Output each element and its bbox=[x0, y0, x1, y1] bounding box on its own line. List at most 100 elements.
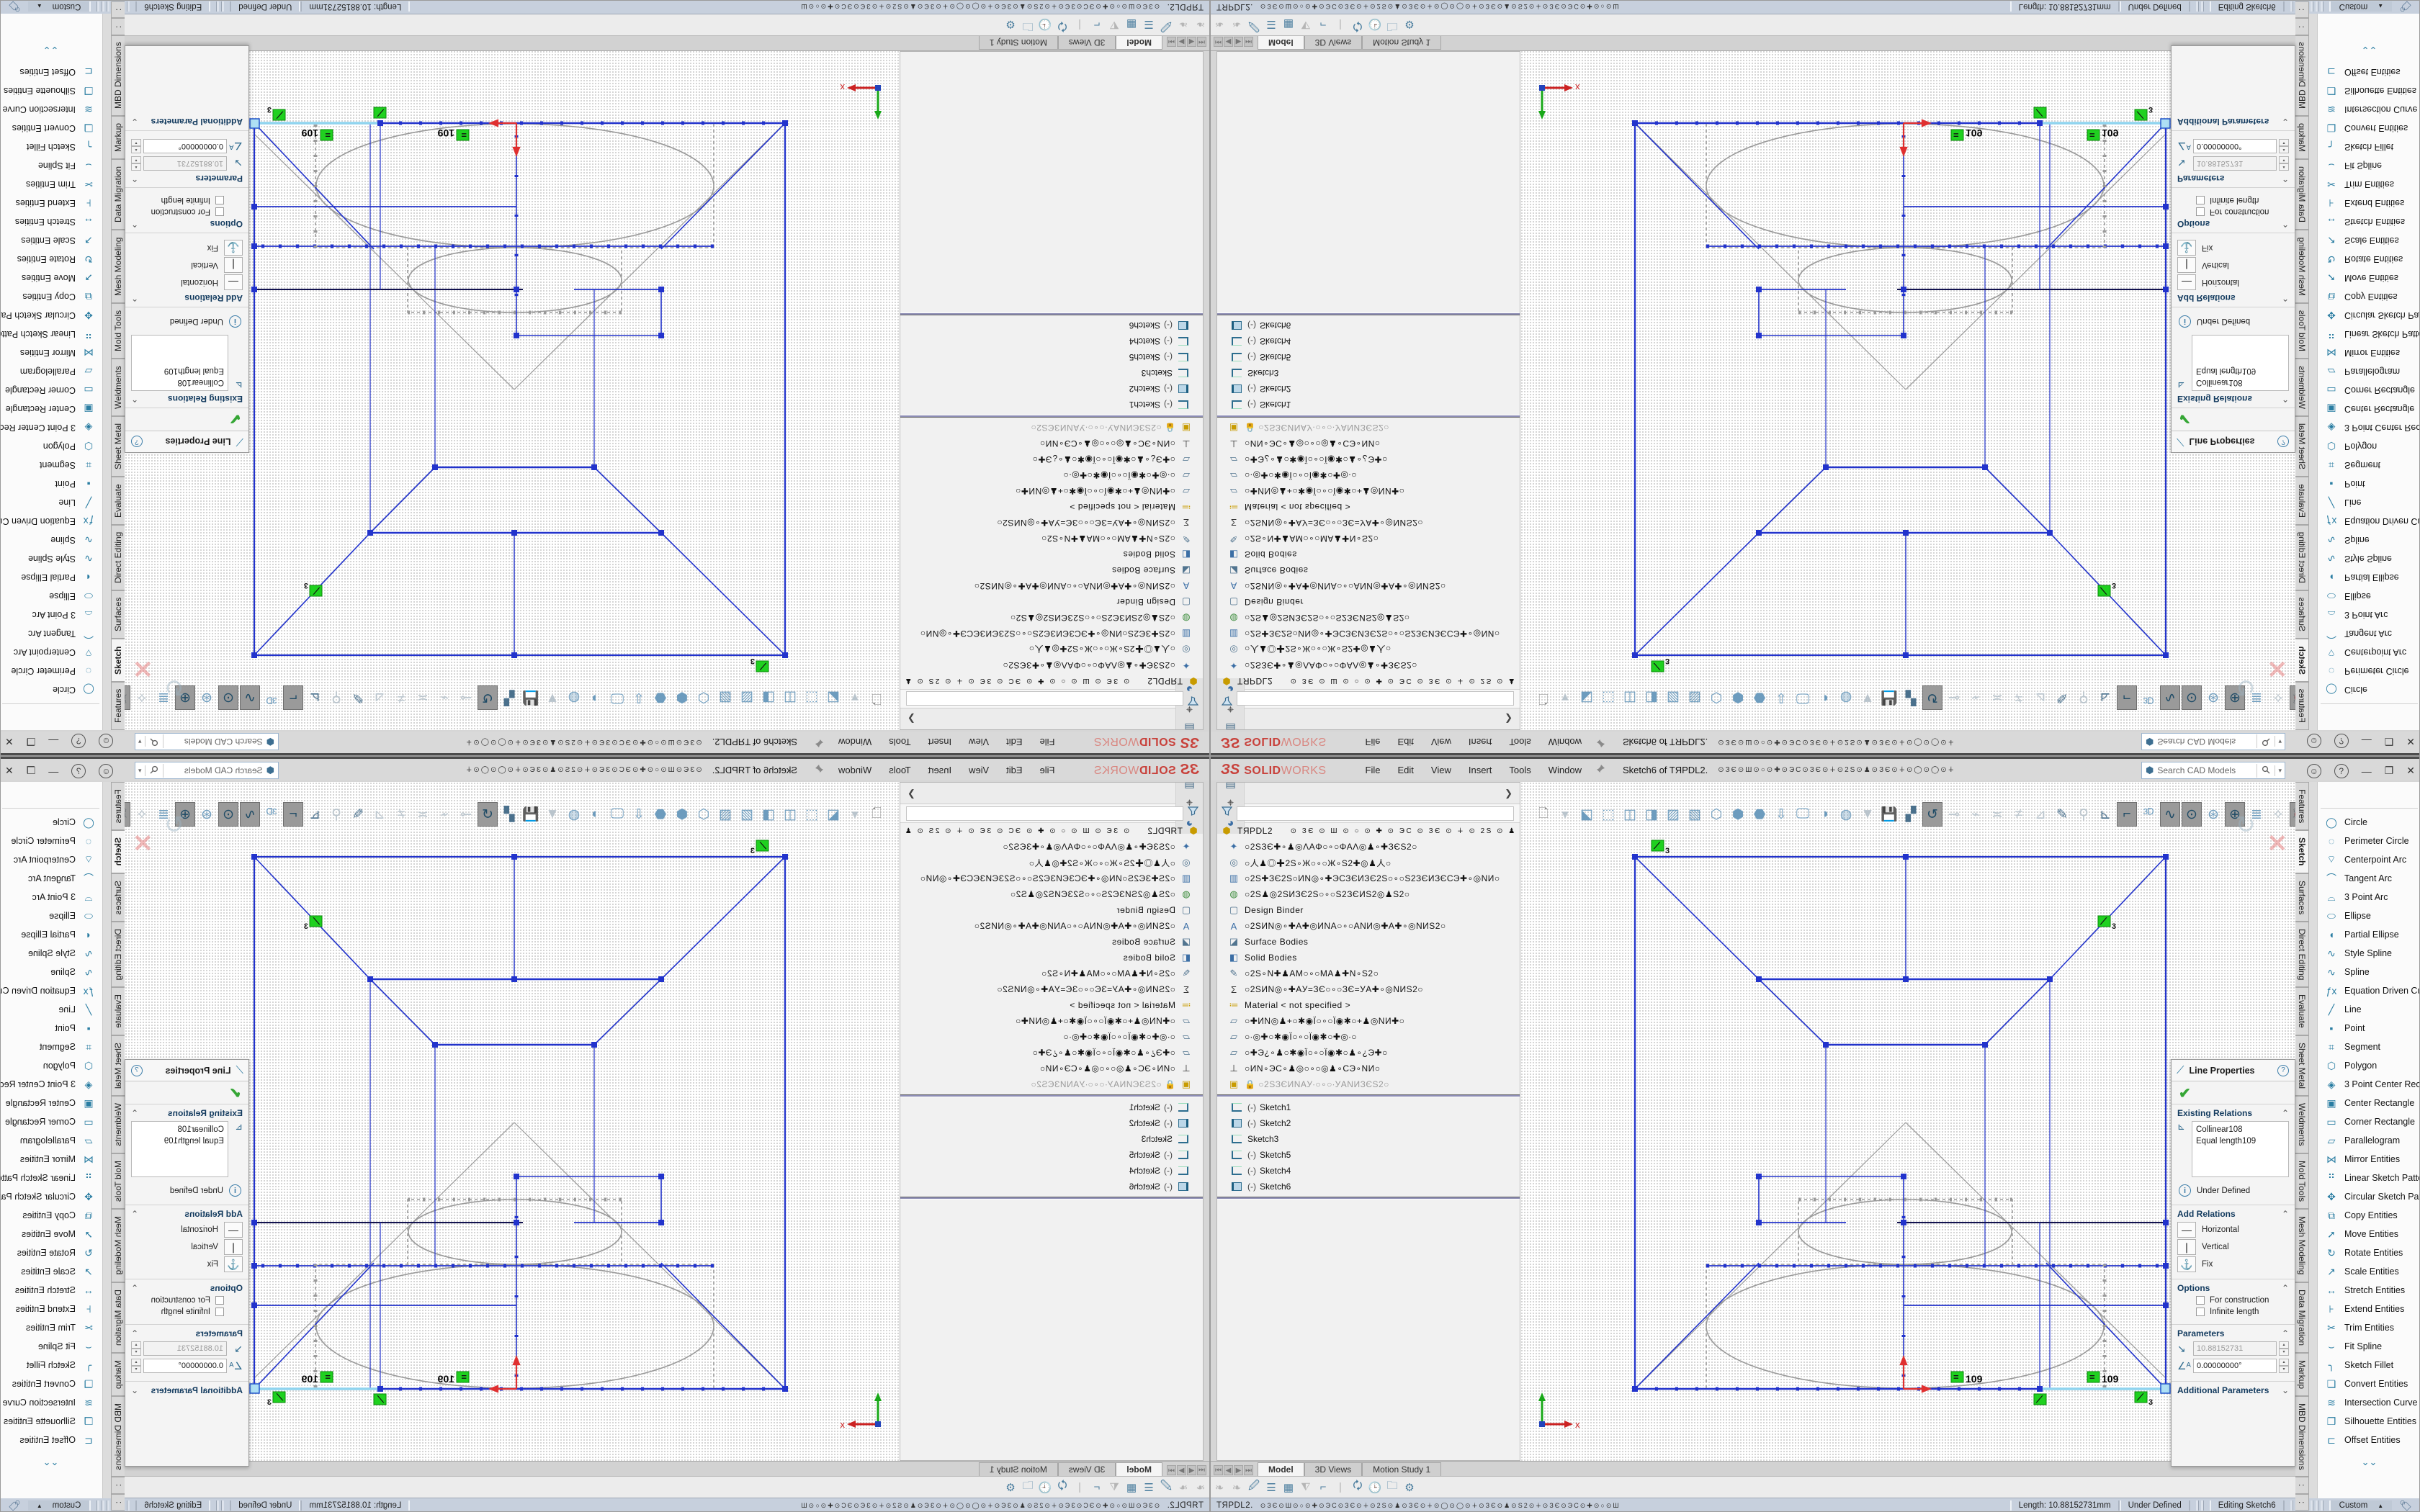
tree-item-sketch[interactable]: (-)Sketch6 bbox=[1217, 1179, 1520, 1194]
tree-item-sketch[interactable]: (-)Sketch4 bbox=[1217, 333, 1520, 349]
tree-item[interactable]: ✦○2SЗЄ✚∘♟◎ΛAΦ○∘○ΦAΛ◎♟∘✚ЗЄS2○ bbox=[1217, 839, 1520, 855]
tree-item[interactable]: ✎○2S∘Ν✚♟AM○∘○MA♟✚Ν∘S2○ bbox=[900, 531, 1203, 546]
menu-view[interactable]: View bbox=[960, 734, 998, 751]
tool-move-entities[interactable]: ➚Move Entities bbox=[0, 1225, 102, 1243]
tree-item[interactable]: ▱○∙◎✚○✱◉Ї○∘○Ї◉✱○✚◎∙○ bbox=[1217, 1029, 1520, 1045]
tool-corner-rectangle[interactable]: ▭Corner Rectangle bbox=[2318, 1112, 2420, 1131]
spin-up-icon[interactable]: ▴ bbox=[2279, 1359, 2289, 1366]
ribbon-tab-sheetmetal[interactable]: Sheet Metal bbox=[2295, 416, 2309, 477]
tree-item[interactable]: ◧Solid Bodies bbox=[1217, 546, 1520, 562]
units-dropdown[interactable]: Custom ▲ bbox=[28, 1, 91, 12]
spin-up-icon[interactable]: ▴ bbox=[131, 146, 141, 153]
tool-offset-entities[interactable]: ⊏Offset Entities bbox=[0, 1431, 102, 1449]
collapse-chevron-icon[interactable]: ⌃ bbox=[2282, 1283, 2289, 1293]
tool-point[interactable]: ▪Point bbox=[0, 1019, 102, 1038]
tool-silhouette-entities[interactable]: ❐Silhouette Entities bbox=[0, 81, 102, 100]
tree-item[interactable]: ▱○∙◎✚○✱◉Ї○∘○Ї◉✱○✚◎∙○ bbox=[900, 467, 1203, 483]
tool-move-entities[interactable]: ➚Move Entities bbox=[0, 269, 102, 287]
ribbon-tab-datamigration[interactable]: Data Migration bbox=[2295, 1282, 2309, 1353]
spin-down-icon[interactable]: ▾ bbox=[2279, 1366, 2289, 1373]
menu-file[interactable]: File bbox=[1357, 734, 1389, 751]
tool-tangent-arc[interactable]: ⌒Tangent Arc bbox=[0, 624, 102, 643]
ribbon-tab-surfaces[interactable]: Surfaces bbox=[2295, 873, 2309, 922]
tool-scale-entities[interactable]: ↗Scale Entities bbox=[2318, 1262, 2420, 1281]
tool-offset-entities[interactable]: ⊏Offset Entities bbox=[2318, 63, 2420, 81]
menu-tools[interactable]: Tools bbox=[880, 734, 919, 751]
tool-parallelogram[interactable]: ▱Parallelogram bbox=[2318, 362, 2420, 381]
ribbon-tab-surfaces[interactable]: Surfaces bbox=[2295, 590, 2309, 639]
tool-3-point-arc[interactable]: ⌓3 Point Arc bbox=[2318, 888, 2420, 906]
tree-item[interactable]: ▱○✚Э¿∘♟○✱◉Ї○∘○Ї◉✱○♟∘¿Э✚○ bbox=[900, 1045, 1203, 1061]
ribbon-tab-features[interactable]: Features bbox=[2295, 682, 2309, 730]
tool-corner-rectangle[interactable]: ▭Corner Rectangle bbox=[0, 381, 102, 400]
help-icon[interactable]: ? bbox=[2334, 764, 2349, 778]
tool-polygon[interactable]: ⬡Polygon bbox=[2318, 437, 2420, 456]
tool-line[interactable]: ╱Line bbox=[2318, 1000, 2420, 1019]
tab-nav-icon[interactable]: ⏮ bbox=[1197, 1465, 1206, 1475]
ribbon-tab-sketch[interactable]: Sketch bbox=[2295, 830, 2309, 873]
doc-tab-3d-views[interactable]: 3D Views bbox=[1304, 1462, 1362, 1476]
tool-style-spline[interactable]: ∿Style Spline bbox=[0, 944, 102, 963]
tool-3-point-arc[interactable]: ⌓3 Point Arc bbox=[0, 888, 102, 906]
tree-item-sketch[interactable]: (-)Sketch4 bbox=[1217, 1163, 1520, 1179]
motion-toolbar-icon[interactable]: ❧ bbox=[1211, 19, 1228, 32]
doc-tab-model[interactable]: Model bbox=[1116, 1462, 1162, 1476]
tool-perimeter-circle[interactable]: ◌Perimeter Circle bbox=[2318, 662, 2420, 680]
tree-filter-input[interactable] bbox=[906, 692, 1183, 706]
motion-toolbar-icon[interactable]: ▦ bbox=[1123, 1481, 1140, 1494]
tree-item[interactable]: ◍○2S♟◎2SИЗЄ2S○∘○S2ЗЄИS2◎♟S2○ bbox=[900, 610, 1203, 626]
tree-item[interactable]: ◍○2S♟◎2SИЗЄ2S○∘○S2ЗЄИS2◎♟S2○ bbox=[1217, 610, 1520, 626]
tab-nav-icon[interactable]: ◀ bbox=[1224, 37, 1233, 47]
tree-item[interactable]: ≔Material < not specified > bbox=[900, 499, 1203, 515]
relations-listbox[interactable]: Collinear108Equal length109 bbox=[2192, 335, 2289, 391]
motion-toolbar-icon[interactable]: ⌐ bbox=[1314, 1481, 1332, 1493]
ribbon-tab-mbddimensions[interactable]: MBD Dimensions bbox=[2295, 35, 2309, 117]
ribbon-tab-sheetmetal[interactable]: Sheet Metal bbox=[111, 416, 125, 477]
tool-equation-driven-curve[interactable]: ƒxEquation Driven Curve bbox=[0, 512, 102, 531]
search-dropdown-icon[interactable]: ▾ bbox=[2275, 765, 2285, 776]
tool-point[interactable]: ▪Point bbox=[0, 474, 102, 493]
tree-item[interactable]: ✎○2S∘Ν✚♟AM○∘○MA♟✚Ν∘S2○ bbox=[900, 966, 1203, 981]
relation-entry[interactable]: Equal length109 bbox=[135, 1135, 224, 1147]
menu-edit[interactable]: Edit bbox=[1389, 762, 1422, 778]
ok-button[interactable]: ✔ bbox=[2179, 1084, 2295, 1102]
tool-silhouette-entities[interactable]: ❐Silhouette Entities bbox=[0, 1412, 102, 1431]
doc-tab-3d-views[interactable]: 3D Views bbox=[1304, 36, 1362, 50]
collapse-chevron-icon[interactable]: ⌃ bbox=[2282, 1108, 2289, 1118]
tree-item[interactable]: ▥○2S✚ЗЄ2S○ИΝ◎∘✚ЭСЗЄИЗЄ2S○∘○S2ЗЄИЗЄСЭ✚∘◎Ν… bbox=[1217, 626, 1520, 642]
menu-insert[interactable]: Insert bbox=[920, 734, 961, 751]
checkbox[interactable] bbox=[215, 1296, 224, 1305]
tree-filter-input[interactable] bbox=[1237, 692, 1514, 706]
tree-item[interactable]: ▱○✚ИΝ◎♟+○✱◉Ї○∘○Ї◉✱○+♟◎ΝИ✚○ bbox=[900, 1013, 1203, 1029]
tree-item[interactable]: ▱○✚Э¿∘♟○✱◉Ї○∘○Ї◉✱○♟∘¿Э✚○ bbox=[1217, 1045, 1520, 1061]
collapse-chevron-icon[interactable]: ⌃ bbox=[131, 219, 138, 229]
user-account-icon[interactable]: ☺ bbox=[2307, 734, 2321, 749]
propertymanager-tab[interactable]: ▤ bbox=[1217, 782, 1245, 793]
tool-perimeter-circle[interactable]: ◌Perimeter Circle bbox=[0, 832, 102, 850]
user-account-icon[interactable]: ☺ bbox=[99, 764, 113, 778]
collapse-chevron-icon[interactable]: ⌃ bbox=[131, 394, 138, 404]
parameter-value[interactable]: 0.00000000° bbox=[2193, 1359, 2277, 1373]
tree-item-sketch[interactable]: (-)Sketch5 bbox=[900, 1147, 1203, 1163]
motion-toolbar-icon[interactable]: ⧨ bbox=[1106, 1481, 1123, 1493]
restore-button[interactable]: ❐ bbox=[27, 735, 36, 747]
collapse-chevron-icon[interactable]: ⌃ bbox=[2282, 219, 2289, 229]
ribbon-tab-surfaces[interactable]: Surfaces bbox=[111, 873, 125, 922]
motion-toolbar-icon[interactable]: 🗘 bbox=[1349, 16, 1366, 34]
tree-item[interactable]: ⊥○ИΝ∘ЭС∘♟◎○∘○◎♟∘СЭ∘ΝИ○ bbox=[900, 436, 1203, 451]
tool-parallelogram[interactable]: ▱Parallelogram bbox=[0, 1131, 102, 1150]
tree-item-sketch[interactable]: Sketch3 bbox=[900, 1131, 1203, 1147]
relation-entry[interactable]: Collinear108 bbox=[2196, 1124, 2285, 1135]
menu-insert[interactable]: Insert bbox=[1460, 734, 1501, 751]
spin-up-icon[interactable]: ▴ bbox=[2279, 1341, 2289, 1349]
tool-polygon[interactable]: ⬡Polygon bbox=[0, 437, 102, 456]
ok-button[interactable]: ✔ bbox=[125, 1084, 241, 1102]
checkbox[interactable] bbox=[2196, 1296, 2205, 1305]
expand-chevron-icon[interactable]: ⌄ bbox=[2282, 1385, 2289, 1395]
tree-item-sketch[interactable]: (-)Sketch6 bbox=[900, 318, 1203, 333]
tree-item-sketch[interactable]: (-)Sketch2 bbox=[900, 381, 1203, 397]
spin-up-icon[interactable]: ▴ bbox=[131, 163, 141, 171]
tree-item[interactable]: ▥○2S✚ЗЄ2S○ИΝ◎∘✚ЭСЗЄИЗЄ2S○∘○S2ЗЄИЗЄСЭ✚∘◎Ν… bbox=[900, 870, 1203, 886]
tool-partial-ellipse[interactable]: ◖Partial Ellipse bbox=[0, 568, 102, 587]
ribbon-tab-datamigration[interactable]: Data Migration bbox=[111, 1282, 125, 1353]
